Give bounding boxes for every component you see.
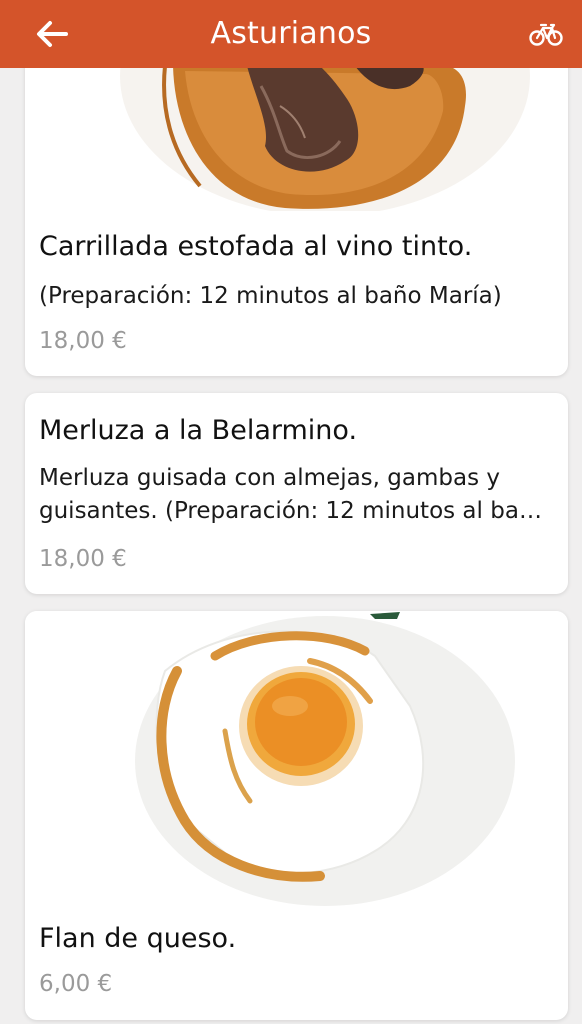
dish-card[interactable]: Flan de queso. 6,00 € bbox=[25, 611, 568, 1020]
dish-price: 18,00 € bbox=[39, 546, 127, 572]
dish-price: 18,00 € bbox=[39, 328, 127, 354]
app-header: Asturianos bbox=[0, 0, 582, 68]
dish-price: 6,00 € bbox=[39, 971, 113, 997]
dish-name: Carrillada estofada al vino tinto. bbox=[39, 231, 473, 262]
dish-description: Merluza guisada con almejas, gambas y gu… bbox=[39, 465, 548, 524]
bicycle-icon bbox=[529, 23, 563, 46]
dish-description: (Preparación: 12 minutos al baño María) bbox=[39, 283, 502, 309]
delivery-button[interactable] bbox=[528, 18, 564, 50]
dish-card[interactable]: Merluza a la Belarmino. Merluza guisada … bbox=[25, 393, 568, 594]
dish-name: Merluza a la Belarmino. bbox=[39, 415, 358, 446]
dish-name: Flan de queso. bbox=[39, 923, 237, 954]
page-title: Asturianos bbox=[210, 16, 372, 51]
menu-list: Carrillada estofada al vino tinto. (Prep… bbox=[0, 0, 582, 1024]
cheese-flan-photo bbox=[25, 611, 568, 911]
